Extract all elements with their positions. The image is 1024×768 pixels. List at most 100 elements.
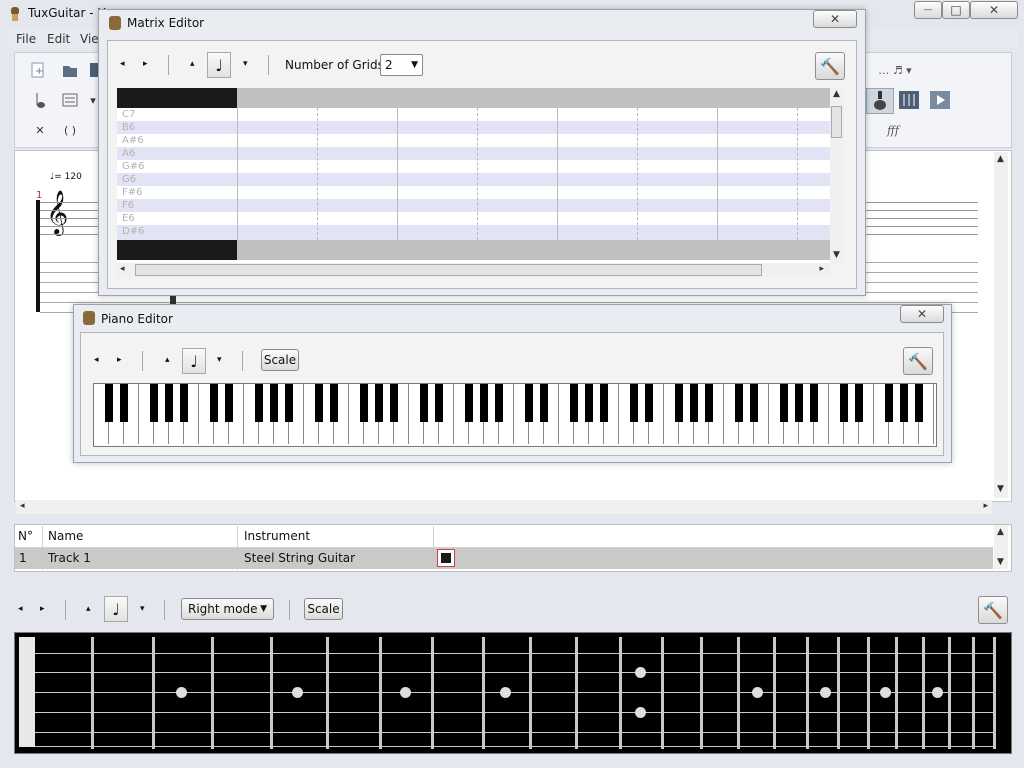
prev-arrow-icon[interactable]: ◂ [94,355,99,365]
piano-black-key[interactable] [150,384,158,422]
parentheses-icon[interactable]: ( ) [60,120,80,140]
prev-arrow-icon[interactable]: ◂ [120,59,125,69]
piano-black-key[interactable] [390,384,398,422]
piano-black-key[interactable] [120,384,128,422]
menu-file[interactable]: File [16,32,36,46]
piano-black-key[interactable] [570,384,578,422]
col-number[interactable]: N° [18,529,33,543]
piano-black-key[interactable] [840,384,848,422]
note-row[interactable]: D#6 [117,225,830,240]
piano-black-key[interactable] [855,384,863,422]
guitar-icon[interactable] [866,88,894,114]
note-row[interactable]: G#6 [117,160,830,173]
dynamics-fff-icon[interactable]: fff [880,120,906,140]
tracks-vscrollbar[interactable]: ▲ ▼ [994,525,1008,569]
note-row[interactable]: F6 [117,199,830,212]
piano-keyboard[interactable] [93,383,937,447]
note-duration-button[interactable]: ♩ [104,596,128,622]
piano-black-key[interactable] [675,384,683,422]
expand-icon[interactable]: ✕ [30,120,50,140]
fretboard-settings-button[interactable]: 🔨 [978,596,1008,624]
piano-black-key[interactable] [105,384,113,422]
mixer-icon[interactable] [897,90,921,110]
table-row[interactable]: 1 Track 1 Steel String Guitar [15,548,993,569]
piano-black-key[interactable] [915,384,923,422]
matrix-grid[interactable]: C7 B6 A#6 A6 G#6 G6 F#6 F6 E6 D#6 [117,88,830,263]
note-row[interactable]: A6 [117,147,830,160]
piano-black-key[interactable] [210,384,218,422]
piano-black-key[interactable] [165,384,173,422]
piano-black-key[interactable] [600,384,608,422]
prev-arrow-icon[interactable]: ◂ [18,604,23,614]
play-icon[interactable] [928,90,952,110]
piano-black-key[interactable] [735,384,743,422]
piano-black-key[interactable] [630,384,638,422]
col-instrument[interactable]: Instrument [244,529,310,543]
layout-tool-icon[interactable] [60,90,80,110]
down-arrow-icon[interactable]: ▾ [217,355,222,365]
matrix-hscrollbar[interactable]: ◂ ▸ [117,263,830,277]
piano-black-key[interactable] [900,384,908,422]
matrix-settings-button[interactable]: 🔨 [815,52,845,80]
piano-black-key[interactable] [705,384,713,422]
fretboard[interactable] [14,632,1012,754]
note-row[interactable]: A#6 [117,134,830,147]
score-hscrollbar[interactable]: ◂ ▸ [16,500,992,514]
menu-view[interactable]: Vie [80,32,99,46]
note-duration-button[interactable]: ♩ [182,348,206,374]
piano-black-key[interactable] [480,384,488,422]
down-arrow-icon[interactable]: ▾ [140,604,145,614]
piano-black-key[interactable] [315,384,323,422]
piano-black-key[interactable] [885,384,893,422]
minimize-button[interactable]: — [914,1,942,19]
menu-edit[interactable]: Edit [47,32,70,46]
window-close-button[interactable]: ✕ [970,1,1018,19]
piano-black-key[interactable] [285,384,293,422]
up-arrow-icon[interactable]: ▴ [190,59,195,69]
note-tool-icon[interactable] [30,90,50,110]
piano-white-key[interactable] [934,384,936,444]
track-color-swatch[interactable] [437,549,455,567]
new-file-icon[interactable]: + [28,60,48,80]
piano-black-key[interactable] [780,384,788,422]
piano-settings-button[interactable]: 🔨 [903,347,933,375]
piano-black-key[interactable] [810,384,818,422]
note-row[interactable]: E6 [117,212,830,225]
piano-black-key[interactable] [360,384,368,422]
tuplet-icon[interactable]: … ♬ ▾ [864,60,926,80]
piano-black-key[interactable] [255,384,263,422]
note-row[interactable]: C7 [117,108,830,121]
piano-black-key[interactable] [465,384,473,422]
up-arrow-icon[interactable]: ▴ [86,604,91,614]
note-row[interactable]: F#6 [117,186,830,199]
piano-scale-button[interactable]: Scale [261,349,299,371]
piano-black-key[interactable] [270,384,278,422]
matrix-editor-close-button[interactable]: ✕ [813,10,857,28]
next-arrow-icon[interactable]: ▸ [143,59,148,69]
piano-black-key[interactable] [420,384,428,422]
piano-black-key[interactable] [435,384,443,422]
fretboard-scale-button[interactable]: Scale [304,598,343,620]
note-row[interactable]: G6 [117,173,830,186]
open-file-icon[interactable] [60,60,80,80]
piano-black-key[interactable] [225,384,233,422]
note-duration-button[interactable]: ♩ [207,52,231,78]
piano-editor-close-button[interactable]: ✕ [900,305,944,323]
maximize-button[interactable]: □ [942,1,970,19]
down-arrow-icon[interactable]: ▾ [243,59,248,69]
next-arrow-icon[interactable]: ▸ [117,355,122,365]
note-row[interactable]: B6 [117,121,830,134]
piano-black-key[interactable] [795,384,803,422]
score-vscrollbar[interactable]: ▲ ▼ [994,152,1008,498]
piano-black-key[interactable] [330,384,338,422]
piano-black-key[interactable] [525,384,533,422]
piano-black-key[interactable] [585,384,593,422]
scroll-thumb[interactable] [135,264,762,276]
mode-select[interactable]: Right mode ▼ [181,598,274,620]
piano-black-key[interactable] [750,384,758,422]
col-name[interactable]: Name [48,529,83,543]
piano-black-key[interactable] [180,384,188,422]
piano-black-key[interactable] [540,384,548,422]
piano-black-key[interactable] [645,384,653,422]
piano-black-key[interactable] [690,384,698,422]
